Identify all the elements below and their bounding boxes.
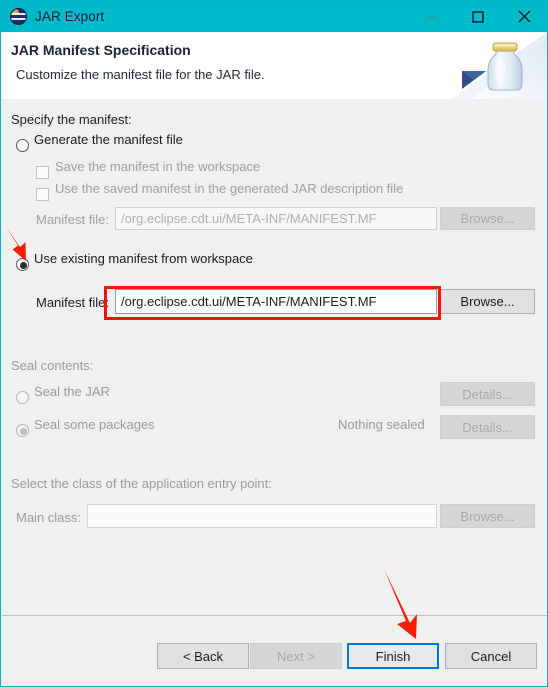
radio-seal-some-packages-label: Seal some packages <box>34 417 155 432</box>
maximize-icon[interactable] <box>455 1 501 32</box>
page-subtitle: Customize the manifest file for the JAR … <box>16 67 265 82</box>
seal-packages-status: Nothing sealed <box>338 417 425 432</box>
next-button[interactable]: Next > <box>250 643 342 669</box>
manifest-field-highlight <box>104 286 441 320</box>
main-class-label: Main class: <box>16 510 82 525</box>
generated-manifest-browse-button[interactable]: Browse... <box>440 207 535 230</box>
seal-jar-details-button[interactable]: Details... <box>440 382 535 406</box>
window-controls <box>409 1 547 32</box>
existing-manifest-file-label: Manifest file: <box>36 295 109 310</box>
page-title: JAR Manifest Specification <box>11 42 191 58</box>
checkbox-use-saved-manifest[interactable] <box>36 188 49 201</box>
close-icon[interactable] <box>501 1 547 32</box>
cancel-button[interactable]: Cancel <box>445 643 537 669</box>
main-class-browse-button[interactable]: Browse... <box>440 504 535 528</box>
radio-use-existing-manifest-label: Use existing manifest from workspace <box>34 251 253 266</box>
title-bar: JAR Export <box>1 1 547 32</box>
radio-generate-manifest-label: Generate the manifest file <box>34 132 183 147</box>
back-button[interactable]: < Back <box>157 643 249 669</box>
seal-packages-details-button[interactable]: Details... <box>440 415 535 439</box>
seal-section-label: Seal contents: <box>11 358 94 373</box>
minimize-icon[interactable] <box>409 1 455 32</box>
jar-icon <box>11 8 27 25</box>
jar-bottle-icon <box>452 32 547 99</box>
checkbox-save-manifest-label: Save the manifest in the workspace <box>55 159 261 174</box>
generated-manifest-file-input[interactable]: /org.eclipse.cdt.ui/META-INF/MANIFEST.MF <box>115 207 437 230</box>
radio-generate-manifest[interactable] <box>16 139 29 152</box>
radio-use-existing-manifest[interactable] <box>16 258 29 271</box>
radio-seal-the-jar[interactable] <box>16 391 29 404</box>
finish-button[interactable]: Finish <box>347 643 439 669</box>
checkbox-save-manifest[interactable] <box>36 166 49 179</box>
radio-seal-the-jar-label: Seal the JAR <box>34 384 110 399</box>
window-title: JAR Export <box>35 9 105 24</box>
main-class-input[interactable] <box>87 504 437 528</box>
generated-manifest-file-label: Manifest file: <box>36 212 109 227</box>
radio-seal-some-packages[interactable] <box>16 424 29 437</box>
jar-export-dialog: JAR Export JAR Manifest Specification Cu… <box>0 0 548 687</box>
dialog-footer: ? < Back Next > Finish Cancel <box>2 616 547 686</box>
dialog-body: Specify the manifest: Generate the manif… <box>2 99 547 615</box>
manifest-section-label: Specify the manifest: <box>11 112 132 127</box>
checkbox-use-saved-manifest-label: Use the saved manifest in the generated … <box>55 181 404 196</box>
existing-manifest-browse-button[interactable]: Browse... <box>440 289 535 314</box>
entry-point-section-label: Select the class of the application entr… <box>11 476 272 491</box>
wizard-header: JAR Manifest Specification Customize the… <box>2 32 547 100</box>
